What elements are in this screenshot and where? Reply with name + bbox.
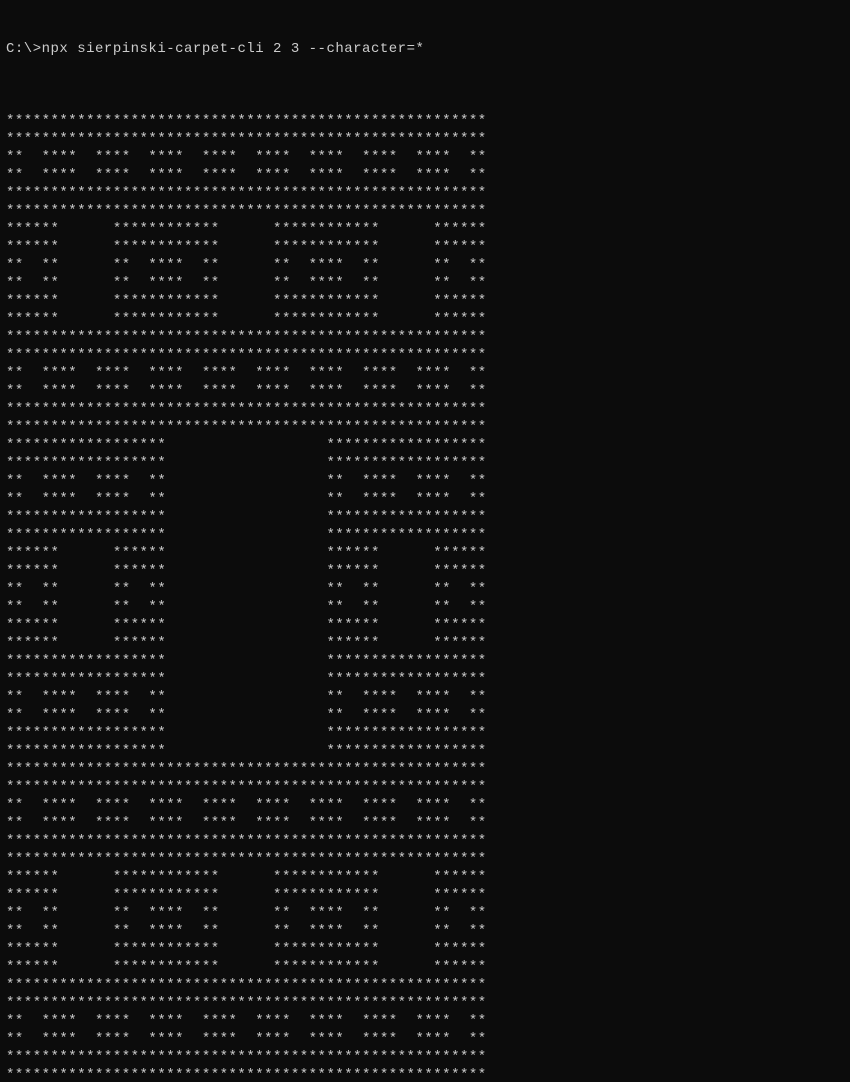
terminal-window[interactable]: C:\>npx sierpinski-carpet-cli 2 3 --char… bbox=[6, 4, 844, 1082]
prompt-path: C:\> bbox=[6, 41, 42, 57]
command-line-1: C:\>npx sierpinski-carpet-cli 2 3 --char… bbox=[6, 40, 844, 58]
sierpinski-output: ****************************************… bbox=[6, 112, 844, 1082]
command-text: npx sierpinski-carpet-cli 2 3 --characte… bbox=[42, 41, 425, 57]
